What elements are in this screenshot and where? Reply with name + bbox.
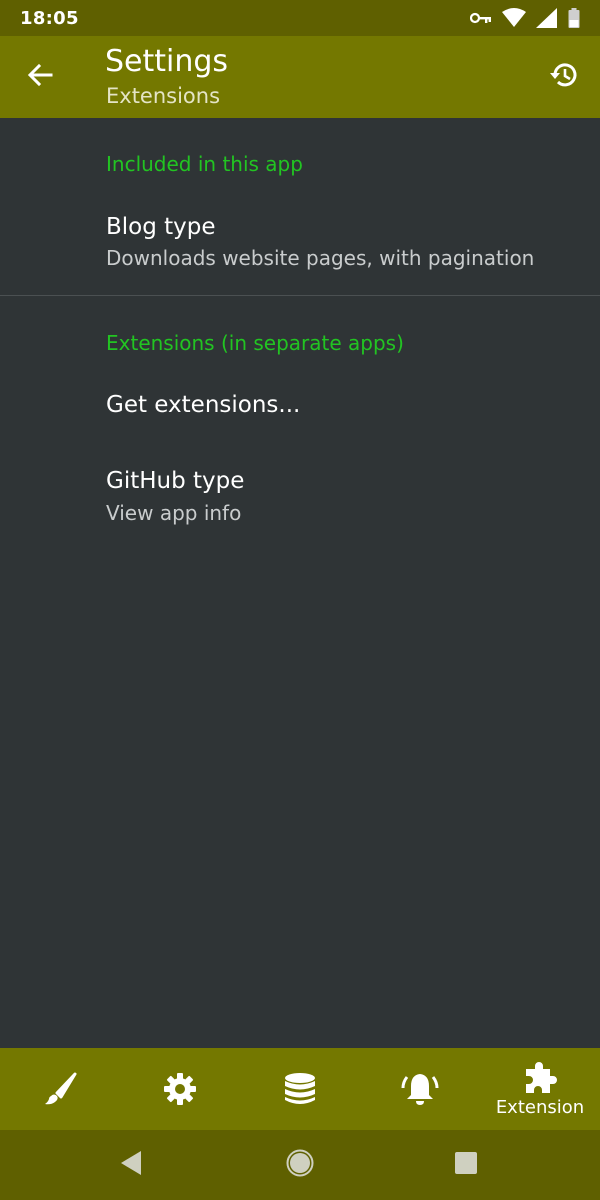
status-bar: 18:05 [0, 0, 600, 36]
system-recents-button[interactable] [451, 1150, 481, 1180]
system-navigation-bar [0, 1130, 600, 1200]
pref-title: Get extensions... [106, 392, 301, 418]
history-button[interactable] [544, 57, 584, 97]
status-time: 18:05 [20, 7, 79, 29]
system-back-button[interactable] [116, 1150, 146, 1180]
history-icon [549, 60, 579, 94]
battery-icon [568, 8, 580, 28]
wifi-icon [502, 8, 526, 28]
nav-item-appearance[interactable] [0, 1048, 120, 1130]
bottom-navigation: Extension [0, 1048, 600, 1130]
home-circle-icon [286, 1149, 314, 1181]
puzzle-icon [522, 1061, 558, 1095]
nav-item-settings[interactable] [120, 1048, 240, 1130]
page-subtitle: Extensions [106, 84, 221, 108]
section-header-included: Included in this app [106, 152, 303, 176]
brush-icon [42, 1071, 78, 1107]
pref-get-extensions[interactable]: Get extensions... [0, 376, 600, 446]
database-icon [282, 1071, 318, 1107]
back-button[interactable] [20, 57, 60, 97]
pref-title: Blog type [106, 214, 216, 240]
arrow-back-icon [27, 62, 53, 92]
nav-label-extension: Extension [495, 1096, 585, 1118]
section-divider [0, 295, 600, 296]
nav-item-data[interactable] [240, 1048, 360, 1130]
status-icons [470, 8, 580, 28]
bell-icon [401, 1071, 439, 1107]
app-bar: Settings Extensions [0, 36, 600, 118]
page-title: Settings [105, 44, 229, 79]
settings-list: Included in this app Blog type Downloads… [0, 118, 600, 1048]
recents-square-icon [454, 1151, 478, 1179]
pref-title: GitHub type [106, 468, 245, 494]
pref-blog-type[interactable]: Blog type Downloads website pages, with … [0, 196, 600, 296]
signal-icon [536, 8, 558, 28]
section-header-extensions: Extensions (in separate apps) [106, 331, 404, 355]
gear-icon [162, 1071, 198, 1107]
back-triangle-icon [119, 1150, 143, 1180]
pref-github-type[interactable]: GitHub type View app info [0, 448, 600, 548]
vpn-key-icon [470, 11, 492, 25]
nav-item-notifications[interactable] [360, 1048, 480, 1130]
pref-summary: Downloads website pages, with pagination [106, 246, 535, 270]
pref-summary: View app info [106, 501, 242, 525]
nav-item-extension[interactable]: Extension [480, 1048, 600, 1130]
system-home-button[interactable] [285, 1149, 315, 1181]
